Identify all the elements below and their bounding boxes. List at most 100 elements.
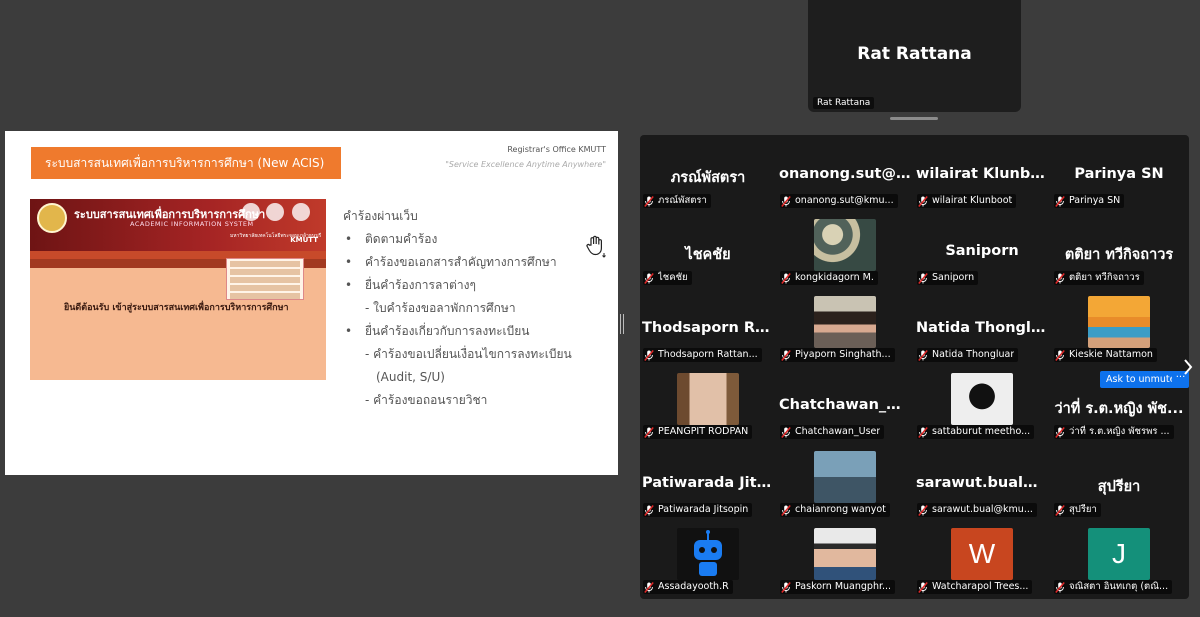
participant-avatar bbox=[814, 451, 876, 503]
participant-name-text: wilairat Klunboot bbox=[932, 195, 1013, 206]
acis-welcome-text: ยินดีต้อนรับ เข้าสู่ระบบสารสนเทศเพื่อการ… bbox=[64, 303, 289, 313]
muted-mic-icon bbox=[1055, 272, 1065, 284]
participant-avatar bbox=[814, 528, 876, 580]
muted-mic-icon bbox=[1055, 349, 1065, 361]
participant-avatar bbox=[814, 219, 876, 271]
muted-mic-icon bbox=[781, 272, 791, 284]
participant-name-text: ตติยา ทวีกิจถาวร bbox=[1069, 272, 1140, 283]
robot-avatar-icon bbox=[694, 530, 722, 576]
muted-mic-icon bbox=[918, 504, 928, 516]
acis-kmutt: KMUTT bbox=[290, 236, 318, 244]
participant-tile[interactable]: PEANGPIT RODPAN bbox=[640, 366, 776, 443]
participant-tile[interactable]: Kieskie Nattamon bbox=[1051, 289, 1187, 366]
participant-avatar bbox=[1088, 296, 1150, 348]
ribbon-icon bbox=[292, 203, 310, 221]
participant-tile[interactable]: Chatchawan_User Chatchawan_User bbox=[777, 366, 913, 443]
participant-tile[interactable]: J จณิสตา อินทเกตุ (ตณิ... bbox=[1051, 521, 1187, 598]
participant-name-label: PEANGPIT RODPAN bbox=[643, 425, 753, 439]
participant-name-text: PEANGPIT RODPAN bbox=[658, 426, 749, 437]
participant-display-name: Patiwarada Jits... bbox=[642, 475, 776, 491]
participant-tile[interactable]: wilairat Klunboot wilairat Klunboot bbox=[914, 135, 1050, 212]
muted-mic-icon bbox=[781, 195, 791, 207]
participant-name-text: kongkidagorn M. bbox=[795, 272, 874, 283]
participant-name-text: Natida Thongluar bbox=[932, 349, 1015, 360]
participant-display-name: Parinya SN bbox=[1074, 166, 1164, 182]
muted-mic-icon bbox=[1055, 581, 1065, 593]
participant-tile[interactable]: Thodsaporn Rat... Thodsaporn Rattan... bbox=[640, 289, 776, 366]
muted-mic-icon bbox=[918, 426, 928, 438]
participant-tile[interactable]: Paskorn Muangphr... bbox=[777, 521, 913, 598]
next-page-arrow-icon[interactable] bbox=[1182, 357, 1194, 377]
muted-mic-icon bbox=[644, 581, 654, 593]
participant-name-label: onanong.sut@kmu... bbox=[780, 194, 898, 208]
participant-name-label: chaianrong wanyot bbox=[780, 503, 890, 517]
participant-tile[interactable]: Natida Thongluar Natida Thongluar bbox=[914, 289, 1050, 366]
participant-name-text: Saniporn bbox=[932, 272, 975, 283]
participant-name-text: Thodsaporn Rattan... bbox=[658, 349, 758, 360]
muted-mic-icon bbox=[644, 195, 654, 207]
participant-name-label: Chatchawan_User bbox=[780, 425, 885, 439]
participant-name-label: ตติยา ทวีกิจถาวร bbox=[1054, 271, 1144, 285]
speaker-name-display: Rat Rattana bbox=[857, 44, 972, 64]
acis-header-en: ACADEMIC INFORMATION SYSTEM bbox=[130, 220, 254, 228]
slide-title: ระบบสารสนเทศเพื่อการบริหารการศึกษา (New … bbox=[31, 147, 341, 179]
participant-tile[interactable]: ตติยา ทวีกิจถาวร ตติยา ทวีกิจถาวร bbox=[1051, 212, 1187, 289]
participant-name-label: Natida Thongluar bbox=[917, 348, 1019, 362]
participant-name-label: Paskorn Muangphr... bbox=[780, 580, 896, 594]
participant-tile[interactable]: kongkidagorn M. bbox=[777, 212, 913, 289]
participant-name-label: สุปรียา bbox=[1054, 503, 1101, 517]
participant-name-text: Assadayooth.R bbox=[658, 581, 729, 592]
participant-tile[interactable]: Parinya SN Parinya SN bbox=[1051, 135, 1187, 212]
participant-tile[interactable]: Piyaporn Singhath... bbox=[777, 289, 913, 366]
bullet-item: • ยื่นคำร้องเกี่ยวกับการลงทะเบียน bbox=[345, 324, 530, 338]
muted-mic-icon bbox=[644, 504, 654, 516]
ribbon-icon bbox=[242, 203, 260, 221]
muted-mic-icon bbox=[644, 272, 654, 284]
participant-name-text: ว่าที่ ร.ต.หญิง พัชรพร ... bbox=[1069, 426, 1170, 437]
participant-display-name: Saniporn bbox=[945, 243, 1019, 259]
muted-mic-icon bbox=[781, 349, 791, 361]
participant-name-label: Parinya SN bbox=[1054, 194, 1125, 208]
muted-mic-icon bbox=[1055, 426, 1065, 438]
muted-mic-icon bbox=[644, 426, 654, 438]
participant-name-label: Patiwarada Jitsopin bbox=[643, 503, 753, 517]
participant-name-text: Piyaporn Singhath... bbox=[795, 349, 891, 360]
panel-splitter-handle[interactable] bbox=[620, 314, 624, 334]
participant-tile[interactable]: onanong.sut@k... onanong.sut@kmu... bbox=[777, 135, 913, 212]
participant-display-name: ตติยา ทวีกิจถาวร bbox=[1064, 247, 1174, 263]
muted-mic-icon bbox=[1055, 195, 1065, 207]
participant-tile[interactable]: Patiwarada Jits... Patiwarada Jitsopin bbox=[640, 444, 776, 521]
participant-tile[interactable]: Saniporn Saniporn bbox=[914, 212, 1050, 289]
acis-website-screenshot: ระบบสารสนเทศเพื่อการบริหารการศึกษา ACADE… bbox=[30, 199, 326, 380]
bullet-item: • คำร้องขอเอกสารสำคัญทางการศึกษา bbox=[345, 255, 557, 269]
participant-name-label: kongkidagorn M. bbox=[780, 271, 878, 285]
participant-name-label: Thodsaporn Rattan... bbox=[643, 348, 762, 362]
participant-name-text: Parinya SN bbox=[1069, 195, 1121, 206]
participant-tile[interactable]: ภรณ์พัสตรา ภรณ์พัสตรา bbox=[640, 135, 776, 212]
participant-avatar: J bbox=[1088, 528, 1150, 580]
participant-avatar bbox=[951, 373, 1013, 425]
participant-tile[interactable]: สุปรียา สุปรียา bbox=[1051, 444, 1187, 521]
participant-tile[interactable]: sattaburut meetho... bbox=[914, 366, 1050, 443]
participant-tile[interactable]: sarawut.bual@k... sarawut.bual@kmu... bbox=[914, 444, 1050, 521]
speaker-name-label: Rat Rattana bbox=[813, 97, 875, 109]
ask-to-unmute-button[interactable]: Ask to unmute bbox=[1100, 371, 1182, 388]
participant-name-label: sattaburut meetho... bbox=[917, 425, 1035, 439]
participant-name-text: chaianrong wanyot bbox=[795, 504, 886, 515]
participant-name-text: sarawut.bual@kmu... bbox=[932, 504, 1033, 515]
participant-tile[interactable]: Assadayooth.R bbox=[640, 521, 776, 598]
shared-screen-slide: ระบบสารสนเทศเพื่อการบริหารการศึกษา (New … bbox=[5, 131, 618, 475]
participant-name-label: ว่าที่ ร.ต.หญิง พัชรพร ... bbox=[1054, 425, 1174, 439]
participant-tile[interactable]: W Watcharapol Trees... bbox=[914, 521, 1050, 598]
participant-avatar: W bbox=[951, 528, 1013, 580]
participant-name-label: Watcharapol Trees... bbox=[917, 580, 1033, 594]
participant-name-label: ภรณ์พัสตรา bbox=[643, 194, 711, 208]
participant-tile[interactable]: ไชคชัย ไชคชัย bbox=[640, 212, 776, 289]
participant-tile[interactable]: chaianrong wanyot bbox=[777, 444, 913, 521]
participant-name-label: wilairat Klunboot bbox=[917, 194, 1017, 208]
participant-display-name: wilairat Klunboot bbox=[916, 166, 1050, 182]
active-speaker-tile[interactable]: Rat Rattana Rat Rattana bbox=[808, 0, 1021, 112]
participant-name-text: Paskorn Muangphr... bbox=[795, 581, 892, 592]
participant-name-label: Kieskie Nattamon bbox=[1054, 348, 1157, 362]
speaker-drag-handle[interactable] bbox=[890, 117, 938, 120]
